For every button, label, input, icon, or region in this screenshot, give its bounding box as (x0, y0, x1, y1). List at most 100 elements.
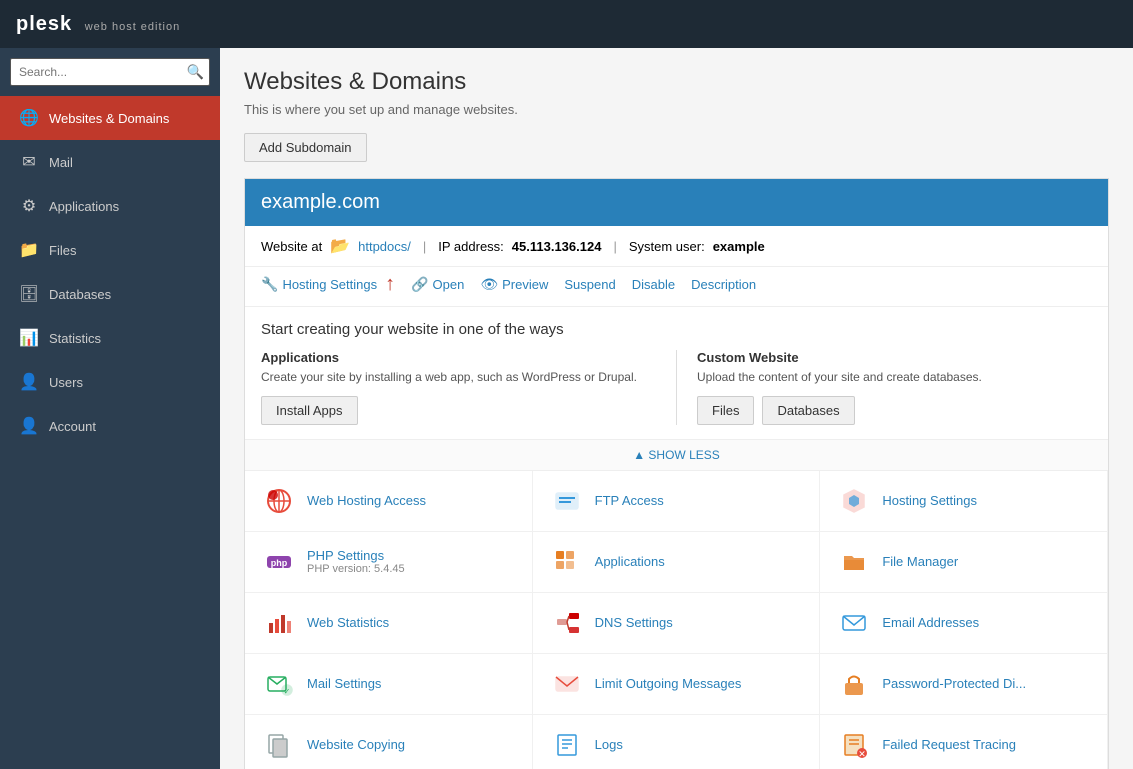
tool-php-settings[interactable]: phpPHP SettingsPHP version: 5.4.45 (245, 532, 533, 593)
web-hosting-access-icon (261, 483, 297, 519)
file-manager-label: File Manager (882, 554, 958, 569)
tool-web-statistics[interactable]: Web Statistics (245, 593, 533, 654)
custom-panel: Custom Website Upload the content of you… (676, 350, 1092, 425)
mail-settings-label: Mail Settings (307, 676, 381, 691)
domain-name: example.com (261, 191, 380, 213)
hosting-settings-action-icon: 🔧 (261, 276, 278, 293)
httpdocs-link[interactable]: httpdocs/ (358, 239, 411, 254)
red-arrow-indicator: ↑ (385, 273, 395, 296)
email-addresses-label: Email Addresses (882, 615, 979, 630)
apps-panel: Applications Create your site by install… (261, 350, 676, 425)
brand-logo: plesk web host edition (16, 13, 180, 36)
mail-settings-icon: ✓ (261, 666, 297, 702)
sidebar-item-users[interactable]: 👤 Users (0, 360, 220, 404)
description-link[interactable]: Description (691, 277, 756, 292)
start-section: Start creating your website in one of th… (245, 307, 1108, 439)
tool-dns-settings[interactable]: DNS Settings (533, 593, 821, 654)
custom-panel-heading: Custom Website (697, 350, 1092, 365)
main-content: Websites & Domains This is where you set… (220, 48, 1133, 769)
hosting-settings-tool-icon (836, 483, 872, 519)
ftp-access-label: FTP Access (595, 493, 664, 508)
tools-grid: Web Hosting Access FTP Access Hosting Sett… (245, 470, 1108, 769)
suspend-link[interactable]: Suspend (564, 277, 615, 292)
domain-card: example.com Website at 📂 httpdocs/ | IP … (244, 178, 1109, 769)
domain-actions: 🔧 Hosting Settings ↑ 🔗 Open 👁 Preview Su… (245, 267, 1108, 307)
password-protected-icon (836, 666, 872, 702)
apps-panel-description: Create your site by installing a web app… (261, 369, 656, 386)
logs-label: Logs (595, 737, 623, 752)
search-icon: 🔍 (187, 64, 204, 81)
hosting-settings-tool-label: Hosting Settings (882, 493, 977, 508)
start-panels: Applications Create your site by install… (261, 350, 1092, 425)
svg-text:✕: ✕ (859, 749, 867, 759)
ftp-access-icon (549, 483, 585, 519)
apps-panel-heading: Applications (261, 350, 656, 365)
web-statistics-label: Web Statistics (307, 615, 389, 630)
limit-outgoing-label: Limit Outgoing Messages (595, 676, 742, 691)
websites-domains-icon: 🌐 (19, 108, 39, 128)
email-addresses-icon (836, 605, 872, 641)
tool-password-protected[interactable]: Password-Protected Di... (820, 654, 1108, 715)
files-button[interactable]: Files (697, 396, 754, 425)
layout: 🔍 🌐 Websites & Domains ✉ Mail ⚙ Applicat… (0, 48, 1133, 769)
preview-icon: 👁 (480, 276, 498, 293)
sidebar-item-account[interactable]: 👤 Account (0, 404, 220, 448)
logs-icon (549, 727, 585, 763)
start-title: Start creating your website in one of th… (261, 321, 1092, 338)
custom-panel-description: Upload the content of your site and crea… (697, 369, 1092, 386)
open-link[interactable]: 🔗 Open (411, 276, 464, 293)
databases-button[interactable]: Databases (762, 396, 854, 425)
website-copying-icon (261, 727, 297, 763)
failed-request-tracing-label: Failed Request Tracing (882, 737, 1016, 752)
web-statistics-icon (261, 605, 297, 641)
svg-text:php: php (271, 558, 288, 568)
disable-link[interactable]: Disable (632, 277, 675, 292)
domain-header: example.com (245, 179, 1108, 226)
tool-applications-tool[interactable]: Applications (533, 532, 821, 593)
hosting-settings-link[interactable]: 🔧 Hosting Settings ↑ (261, 273, 395, 296)
databases-icon: 🗄 (19, 284, 39, 304)
install-apps-button[interactable]: Install Apps (261, 396, 358, 425)
sidebar-item-statistics[interactable]: 📊 Statistics (0, 316, 220, 360)
web-hosting-access-label: Web Hosting Access (307, 493, 426, 508)
files-icon: 📁 (19, 240, 39, 260)
tool-failed-request-tracing[interactable]: ✕ Failed Request Tracing (820, 715, 1108, 769)
search-input[interactable] (10, 58, 210, 86)
tool-logs[interactable]: Logs (533, 715, 821, 769)
sidebar-nav: 🌐 Websites & Domains ✉ Mail ⚙ Applicatio… (0, 96, 220, 448)
topbar: plesk web host edition (0, 0, 1133, 48)
sidebar-item-files[interactable]: 📁 Files (0, 228, 220, 272)
tool-mail-settings[interactable]: ✓ Mail Settings (245, 654, 533, 715)
failed-request-tracing-icon: ✕ (836, 727, 872, 763)
password-protected-label: Password-Protected Di... (882, 676, 1026, 691)
account-icon: 👤 (19, 416, 39, 436)
folder-icon: 📂 (330, 236, 350, 256)
php-settings-icon: php (261, 544, 297, 580)
preview-link[interactable]: 👁 Preview (480, 276, 548, 293)
svg-text:✓: ✓ (284, 687, 291, 696)
sidebar-item-applications[interactable]: ⚙ Applications (0, 184, 220, 228)
tool-ftp-access[interactable]: FTP Access (533, 471, 821, 532)
sidebar-item-databases[interactable]: 🗄 Databases (0, 272, 220, 316)
add-subdomain-button[interactable]: Add Subdomain (244, 133, 367, 162)
applications-icon: ⚙ (19, 196, 39, 216)
mail-icon: ✉ (19, 152, 39, 172)
tool-hosting-settings-tool[interactable]: Hosting Settings (820, 471, 1108, 532)
page-subtitle: This is where you set up and manage webs… (244, 102, 1109, 117)
tool-email-addresses[interactable]: Email Addresses (820, 593, 1108, 654)
show-less-bar[interactable]: ▲ SHOW LESS (245, 439, 1108, 470)
applications-tool-label: Applications (595, 554, 665, 569)
dns-settings-label: DNS Settings (595, 615, 673, 630)
php-settings-sublabel: PHP version: 5.4.45 (307, 563, 405, 575)
statistics-icon: 📊 (19, 328, 39, 348)
tool-web-hosting-access[interactable]: Web Hosting Access (245, 471, 533, 532)
search-area: 🔍 (0, 48, 220, 96)
domain-meta: Website at 📂 httpdocs/ | IP address: 45.… (245, 226, 1108, 267)
sidebar-item-websites-domains[interactable]: 🌐 Websites & Domains (0, 96, 220, 140)
dns-settings-icon (549, 605, 585, 641)
website-copying-label: Website Copying (307, 737, 405, 752)
sidebar-item-mail[interactable]: ✉ Mail (0, 140, 220, 184)
tool-limit-outgoing[interactable]: Limit Outgoing Messages (533, 654, 821, 715)
tool-website-copying[interactable]: Website Copying (245, 715, 533, 769)
tool-file-manager[interactable]: File Manager (820, 532, 1108, 593)
